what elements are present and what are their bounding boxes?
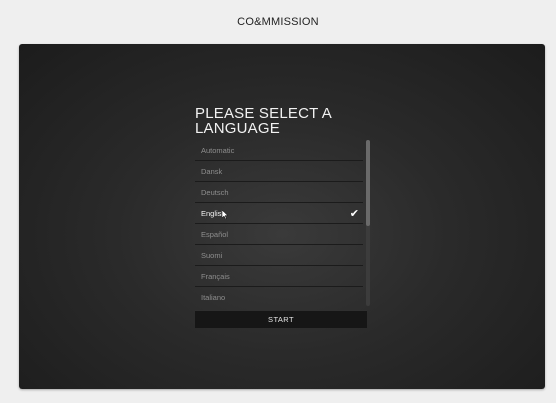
app-brand: CO&MMISSION [237,16,319,28]
language-item[interactable]: Italiano [195,287,363,306]
dialog-title-line2: LANGUAGE [195,120,280,137]
start-button[interactable]: START [195,310,367,328]
language-item[interactable]: Français [195,266,363,287]
language-label: Deutsch [201,187,229,197]
language-item[interactable]: Suomi [195,245,363,266]
dialog-title: PLEASE SELECT A LANGUAGE [195,106,373,136]
main-panel: PLEASE SELECT A LANGUAGE Automatic Dansk D… [19,44,545,389]
language-label: Dansk [201,166,223,176]
language-list-scrollbar[interactable] [366,140,370,306]
language-item[interactable]: Deutsch [195,182,363,203]
language-label: Italiano [201,292,226,302]
checkmark-icon: ✔ [349,207,359,220]
top-bar: CO&MMISSION [0,0,556,44]
language-label: Suomi [201,250,223,260]
language-item[interactable]: English ✔ [195,203,363,224]
language-item[interactable]: Español [195,224,363,245]
language-label: Automatic [201,145,235,155]
language-list: Automatic Dansk Deutsch English ✔ Español Suom… [195,140,363,306]
language-list-container: Automatic Dansk Deutsch English ✔ Español Suom… [195,140,370,306]
mouse-pointer-icon [222,210,228,219]
language-label: Français [201,271,230,281]
language-item[interactable]: Dansk [195,161,363,182]
scrollbar-thumb[interactable] [366,140,370,227]
language-item[interactable]: Automatic [195,140,363,161]
language-label: Español [201,229,229,239]
